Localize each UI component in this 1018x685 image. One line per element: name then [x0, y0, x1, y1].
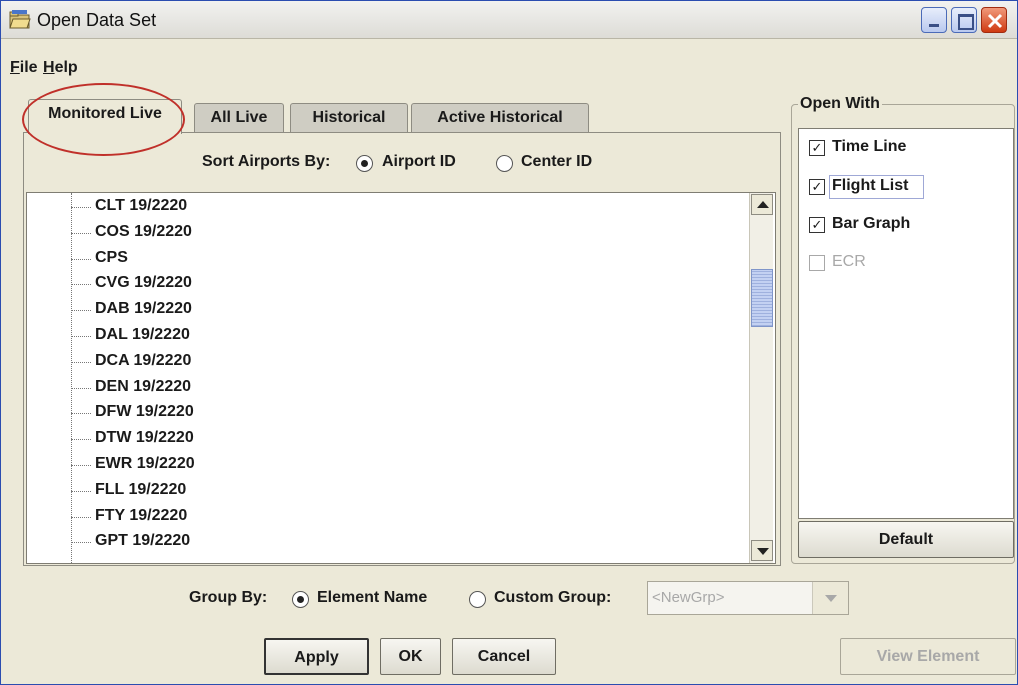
- airport-label[interactable]: DAL 19/2220: [95, 326, 190, 344]
- airport-label[interactable]: CPS: [95, 249, 128, 267]
- time-line-label[interactable]: Time Line: [832, 138, 906, 156]
- close-icon: [987, 13, 1003, 29]
- folder-open-icon: [9, 10, 31, 30]
- tree-connector: [71, 439, 91, 441]
- tree-connector: [71, 232, 91, 234]
- airport-label[interactable]: DCA 19/2220: [95, 352, 191, 370]
- group-by-label: Group By:: [189, 589, 268, 606]
- airport-label[interactable]: EWR 19/2220: [95, 455, 195, 473]
- airport-list[interactable]: CLT 19/2220 COS 19/2220 CPS CVG 19/2220 DAB …: [26, 192, 776, 564]
- open-with-list: ✓ Time Line ✓ Flight List ✓ Bar Graph EC…: [798, 128, 1014, 519]
- airport-label[interactable]: FTY 19/2220: [95, 507, 187, 525]
- airport-label[interactable]: CVG 19/2220: [95, 274, 192, 292]
- combo-value: <NewGrp>: [652, 589, 725, 606]
- vertical-scrollbar[interactable]: [749, 193, 773, 563]
- tree-line: [71, 193, 72, 563]
- ecr-checkbox: [809, 255, 825, 271]
- apply-button[interactable]: Apply: [264, 638, 369, 675]
- ok-button[interactable]: OK: [380, 638, 441, 675]
- bar-graph-label[interactable]: Bar Graph: [832, 215, 910, 233]
- tree-connector: [71, 310, 91, 312]
- tree-connector: [71, 542, 91, 544]
- open-data-set-window: Open Data Set File Help Monitored Live A…: [0, 0, 1018, 685]
- center-id-label[interactable]: Center ID: [521, 153, 592, 171]
- tree-connector: [71, 361, 91, 363]
- window-title: Open Data Set: [37, 10, 157, 30]
- element-name-radio[interactable]: [292, 591, 309, 608]
- airport-label[interactable]: FLL 19/2220: [95, 481, 186, 499]
- tree-connector: [71, 490, 91, 492]
- tree-connector: [71, 387, 91, 389]
- sort-row: Sort Airports By: Airport ID Center ID: [24, 153, 782, 175]
- tree-connector: [71, 413, 91, 415]
- center-id-radio[interactable]: [496, 155, 513, 172]
- tab-historical[interactable]: Historical: [290, 103, 408, 133]
- sort-label: Sort Airports By:: [202, 153, 331, 170]
- airport-label[interactable]: COS 19/2220: [95, 223, 192, 241]
- tree-connector: [71, 516, 91, 518]
- ecr-label: ECR: [832, 253, 866, 270]
- minimize-button[interactable]: [921, 7, 947, 33]
- chevron-down-icon: [812, 582, 848, 614]
- open-with-title: Open With: [798, 95, 882, 113]
- tree-connector: [71, 336, 91, 337]
- scroll-up-button[interactable]: [751, 194, 773, 215]
- default-button[interactable]: Default: [798, 521, 1014, 558]
- tree-connector: [71, 465, 91, 466]
- tree-connector: [71, 284, 91, 286]
- airport-label[interactable]: DTW 19/2220: [95, 429, 194, 447]
- airport-label[interactable]: GPT 19/2220: [95, 532, 190, 550]
- tab-active-historical[interactable]: Active Historical: [411, 103, 589, 133]
- menu-file[interactable]: File: [10, 59, 38, 77]
- airport-label[interactable]: DEN 19/2220: [95, 378, 191, 396]
- airport-id-label[interactable]: Airport ID: [382, 153, 456, 171]
- tree-connector: [71, 207, 91, 208]
- airport-label[interactable]: CLT 19/2220: [95, 197, 187, 215]
- tab-all-live[interactable]: All Live: [194, 103, 284, 133]
- element-name-label[interactable]: Element Name: [317, 589, 427, 607]
- tab-monitored-live[interactable]: Monitored Live: [28, 99, 182, 134]
- airport-label[interactable]: DFW 19/2220: [95, 403, 194, 421]
- tab-panel: Sort Airports By: Airport ID Center ID C…: [23, 132, 781, 566]
- time-line-checkbox[interactable]: ✓: [809, 140, 825, 156]
- flight-list-label[interactable]: Flight List: [832, 177, 908, 195]
- custom-group-combo: <NewGrp>: [647, 581, 849, 615]
- airport-label[interactable]: DAB 19/2220: [95, 300, 192, 318]
- scroll-thumb[interactable]: [751, 269, 773, 327]
- view-element-button: View Element: [840, 638, 1016, 675]
- title-bar[interactable]: Open Data Set: [1, 1, 1017, 39]
- maximize-button[interactable]: [951, 7, 977, 33]
- custom-group-radio[interactable]: [469, 591, 486, 608]
- custom-group-label[interactable]: Custom Group:: [494, 589, 611, 607]
- close-button[interactable]: [981, 7, 1007, 33]
- airport-id-radio[interactable]: [356, 155, 373, 172]
- menu-help[interactable]: Help: [43, 59, 78, 77]
- scroll-down-button[interactable]: [751, 540, 773, 561]
- cancel-button[interactable]: Cancel: [452, 638, 556, 675]
- tree-connector: [71, 258, 91, 260]
- flight-list-checkbox[interactable]: ✓: [809, 179, 825, 195]
- bar-graph-checkbox[interactable]: ✓: [809, 217, 825, 233]
